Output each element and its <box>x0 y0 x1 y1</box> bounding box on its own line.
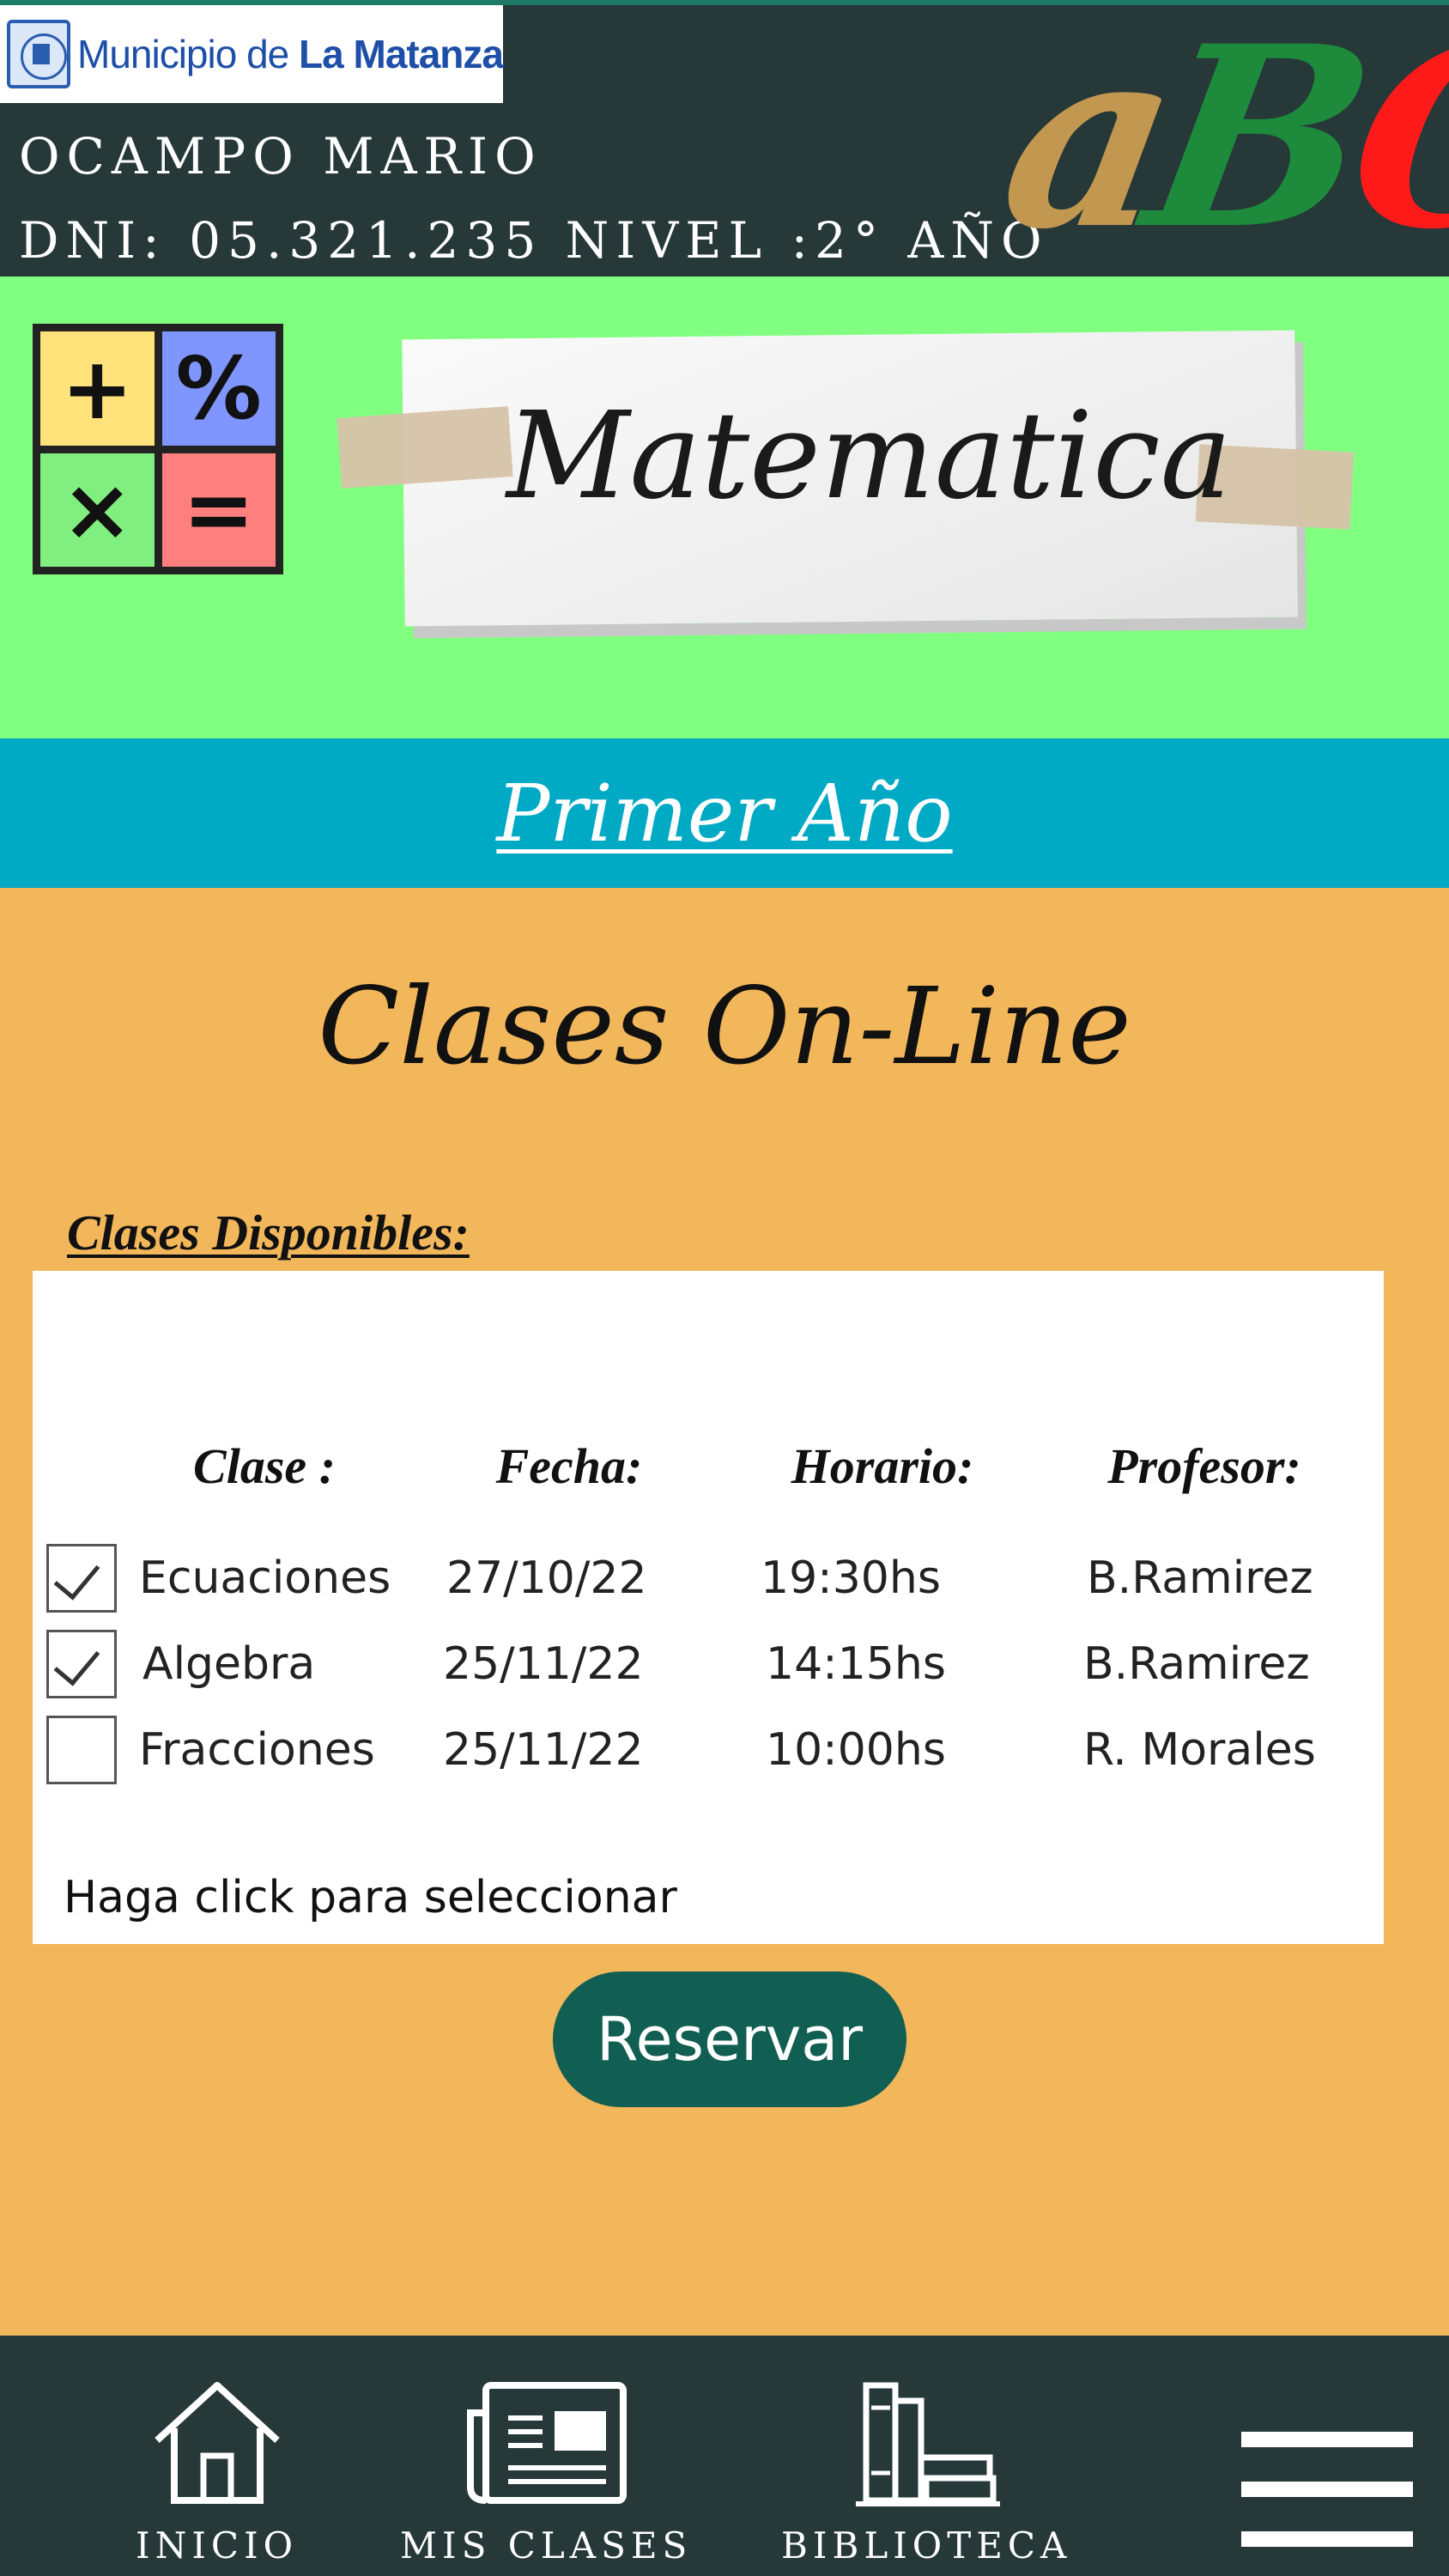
bottom-nav: INICIO MIS CLASES BIBLIOTECA <box>0 2336 1449 2576</box>
cell-fecha: 25/11/22 <box>443 1638 644 1690</box>
user-name: OCAMPO MARIO <box>19 127 543 185</box>
municipio-logo: Municipio de La Matanza <box>0 5 504 103</box>
percent-key: % <box>161 331 276 446</box>
cell-clase: Fracciones <box>139 1724 375 1776</box>
subject-title: Matematica <box>506 386 1233 526</box>
logo-text: Municipio de La Matanza <box>77 32 504 76</box>
books-icon <box>856 2382 1001 2506</box>
table-row[interactable]: Ecuaciones 27/10/22 19:30hs B.Ramirez <box>33 1544 1384 1616</box>
menu-bar-2 <box>1241 2482 1413 2497</box>
reserve-button[interactable]: Reservar <box>553 1971 906 2107</box>
year-bar: Primer Año <box>0 738 1449 888</box>
cell-fecha: 27/10/22 <box>446 1552 647 1604</box>
year-link[interactable]: Primer Año <box>496 768 952 860</box>
home-icon <box>154 2382 280 2504</box>
column-header-fecha: Fecha: <box>495 1438 643 1494</box>
main-content: Clases On-Line Clases Disponibles: Clase… <box>0 888 1449 2336</box>
column-header-horario: Horario: <box>791 1438 974 1494</box>
cell-clase: Algebra <box>142 1638 316 1690</box>
cell-horario: 10:00hs <box>766 1724 946 1776</box>
cell-horario: 19:30hs <box>761 1552 941 1604</box>
nav-item-mis-clases[interactable]: MIS CLASES <box>400 2379 692 2567</box>
user-dni-level: DNI: 05.321.235 NIVEL :2° AÑO <box>19 211 1049 270</box>
calculator-icon: + % × = <box>33 324 283 574</box>
column-header-profesor: Profesor: <box>1107 1438 1301 1494</box>
cell-profesor: B.Ramirez <box>1087 1552 1313 1604</box>
nav-label-inicio: INICIO <box>136 2524 299 2567</box>
municipio-seal-icon <box>7 20 70 88</box>
menu-bar-1 <box>1241 2432 1413 2447</box>
plus-key: + <box>40 331 155 446</box>
equals-key: = <box>161 453 276 567</box>
cell-profesor: R. Morales <box>1083 1724 1316 1776</box>
page-title: Clases On-Line <box>318 965 1131 1089</box>
column-header-clase: Clase : <box>193 1438 336 1494</box>
selection-hint: Haga click para seleccionar <box>64 1872 677 1923</box>
nav-item-inicio[interactable]: INICIO <box>136 2379 298 2567</box>
subject-banner: + % × = Matematica <box>0 276 1449 738</box>
header: Municipio de La Matanza OCAMPO MARIO DNI… <box>0 0 1449 284</box>
classes-table: Clase : Fecha: Horario: Profesor: Ecuaci… <box>33 1271 1384 1944</box>
cell-clase: Ecuaciones <box>139 1552 391 1604</box>
row-checkbox[interactable] <box>46 1716 117 1784</box>
menu-bar-3 <box>1241 2531 1413 2547</box>
cell-horario: 14:15hs <box>766 1638 946 1690</box>
nav-item-biblioteca[interactable]: BIBLIOTECA <box>781 2379 1071 2567</box>
nav-label-mis-clases: MIS CLASES <box>400 2524 693 2567</box>
nav-label-biblioteca: BIBLIOTECA <box>781 2524 1072 2567</box>
abc-brand-logo: a B C <box>985 0 1449 284</box>
cell-profesor: B.Ramirez <box>1083 1638 1310 1690</box>
row-checkbox[interactable] <box>46 1630 117 1698</box>
section-title: Clases Disponibles: <box>67 1205 470 1261</box>
newspaper-icon <box>467 2382 627 2504</box>
table-row[interactable]: Algebra 25/11/22 14:15hs B.Ramirez <box>33 1630 1384 1702</box>
multiply-key: × <box>40 453 155 567</box>
tape-left <box>336 406 513 489</box>
row-checkbox[interactable] <box>46 1544 117 1613</box>
table-row[interactable]: Fracciones 25/11/22 10:00hs R. Morales <box>33 1716 1384 1788</box>
cell-fecha: 25/11/22 <box>443 1724 644 1776</box>
hamburger-menu-icon[interactable] <box>1241 2432 1413 2552</box>
